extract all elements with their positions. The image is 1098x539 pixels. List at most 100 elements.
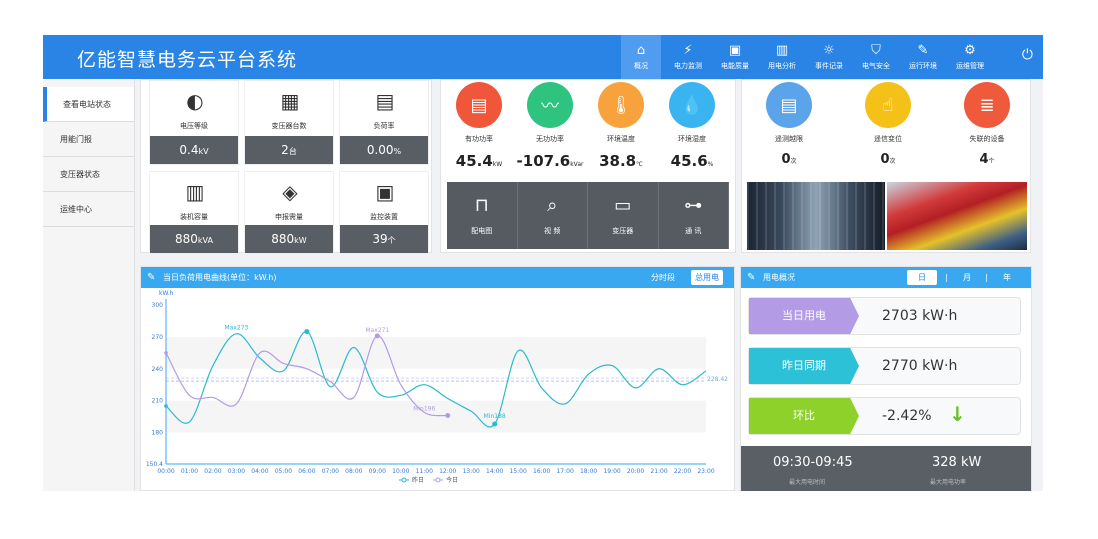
tab-separator: | xyxy=(945,273,948,282)
nav-item-label: 电力监测 xyxy=(674,61,702,70)
tab-time-period[interactable]: 分时段 xyxy=(651,267,675,288)
app-window: 亿能智慧电务云平台系统 ⌂ 概况 ⚡ 电力监测 ▣ 电能质量 ▥ 用电分析 ☼ 事件记录 ⛉ 电气安全… xyxy=(43,35,1043,491)
active-power-icon: ▤ xyxy=(456,82,502,128)
usage-panel-header: ✎ 用电概况 日 | 月 | 年 xyxy=(741,267,1031,288)
nav-item-plug[interactable]: ⚡ 电力监测 xyxy=(668,35,708,79)
metric-value-group: 45.6% xyxy=(652,152,732,170)
x-tick-label: 13:00 xyxy=(463,468,480,475)
function-battery[interactable]: ▭ 变压器 xyxy=(588,182,659,249)
alarms-panel: ▤ 遥测越限 0次 ☝ 遥信变位 0次 ≣ 失联的设备 4个 xyxy=(741,79,1031,253)
nav-item-label: 概况 xyxy=(634,61,648,70)
metric-unit: ℃ xyxy=(636,161,643,168)
nav-item-bar-chart[interactable]: ▥ 用电分析 xyxy=(762,35,802,79)
metric-value: 38.8 xyxy=(599,152,637,170)
down-arrow-icon: ↓ xyxy=(949,402,966,426)
x-tick-label: 11:00 xyxy=(416,468,433,475)
x-tick-label: 19:00 xyxy=(603,468,620,475)
function-network[interactable]: ⊶ 通 讯 xyxy=(659,182,729,249)
x-tick-label: 15:00 xyxy=(510,468,527,475)
tab-total-usage[interactable]: 总用电 xyxy=(691,270,723,285)
usage-card-value: -2.42% xyxy=(882,408,932,424)
function-label: 通 讯 xyxy=(685,226,702,235)
tab-month[interactable]: 月 xyxy=(963,267,971,288)
nav-item-tools[interactable]: ✎ 运行环境 xyxy=(903,35,943,79)
nav-item-home[interactable]: ⌂ 概况 xyxy=(621,35,661,79)
series-point xyxy=(374,333,380,339)
usage-header-icon: ✎ xyxy=(747,272,756,283)
metric-value: 45.6 xyxy=(670,152,708,170)
stat-value: 2 xyxy=(281,143,289,157)
chart-grid-band xyxy=(166,400,706,433)
station-stat: ◈ 申报需量 880kW xyxy=(244,171,334,254)
legend-label[interactable]: 昨日 xyxy=(412,476,424,484)
stat-value-box: 880kW xyxy=(245,225,333,253)
chart-grid-band xyxy=(166,305,706,337)
tab-separator: | xyxy=(985,273,988,282)
stat-label: 负荷率 xyxy=(373,122,395,130)
nav-item-label: 电气安全 xyxy=(862,61,890,70)
metric-unit: kW xyxy=(492,161,503,168)
server-room-photo xyxy=(747,182,885,250)
transformer-icon: ▦ xyxy=(280,89,300,113)
nav-item-alarm[interactable]: ☼ 事件记录 xyxy=(809,35,849,79)
average-label: 228.42 xyxy=(707,376,728,383)
stat-label: 变压器台数 xyxy=(271,122,307,130)
metric-unit: % xyxy=(707,161,714,168)
x-tick-label: 23:00 xyxy=(697,468,714,475)
nav-item-label: 事件记录 xyxy=(815,61,843,70)
usage-card-label: 昨日同期 xyxy=(749,348,859,384)
layers-icon: ◈ xyxy=(282,180,298,204)
y-tick-label: 240 xyxy=(152,366,164,373)
sidebar-item[interactable]: 运维中心 xyxy=(43,192,134,227)
x-tick-label: 10:00 xyxy=(392,468,409,475)
power-icon[interactable]: ⏻ xyxy=(1022,47,1033,63)
function-camera[interactable]: ⌕ 视 频 xyxy=(518,182,588,249)
peak-time-label: 最大用电时间 xyxy=(789,479,826,486)
peak-summary: 09:30-09:45 最大用电时间 328 kW 最大用电功率 xyxy=(741,446,1031,491)
alarm-icon: ☼ xyxy=(823,42,835,58)
metric-label: 环境湿度 xyxy=(678,135,706,143)
y-tick-label: 210 xyxy=(152,398,164,405)
x-tick-label: 05:00 xyxy=(275,468,292,475)
load-rate-icon: ▤ xyxy=(375,89,395,113)
cabinet-icon: ▥ xyxy=(185,180,205,204)
nav-item-gear[interactable]: ⚙ 运维管理 xyxy=(950,35,990,79)
station-stat: ◐ 电压等级 0.4kV xyxy=(149,80,239,165)
legend-label[interactable]: 今日 xyxy=(446,476,458,484)
chart-grid-band xyxy=(166,368,706,401)
alarm-unit: 次 xyxy=(889,158,896,165)
tab-day[interactable]: 日 xyxy=(907,270,937,285)
series-point xyxy=(492,421,498,427)
curve-header-icon: ✎ xyxy=(147,272,156,283)
sidebar-item[interactable]: 用能门报 xyxy=(43,122,134,157)
metric-label: 无功功率 xyxy=(536,135,564,143)
x-tick-label: 16:00 xyxy=(533,468,550,475)
sidebar: 查看电站状态 用能门报 变压器状态 运维中心 xyxy=(43,79,135,491)
stat-unit: % xyxy=(393,147,402,156)
tab-year[interactable]: 年 xyxy=(1003,267,1011,288)
x-tick-label: 00:00 xyxy=(157,468,174,475)
chart-annotation: Max271 xyxy=(365,327,389,334)
sidebar-item[interactable]: 查看电站状态 xyxy=(43,87,134,122)
alarm-unit: 次 xyxy=(790,158,797,165)
nav-item-label: 运行环境 xyxy=(909,61,937,70)
x-tick-label: 17:00 xyxy=(556,468,573,475)
nav-item-quality[interactable]: ▣ 电能质量 xyxy=(715,35,755,79)
stat-value-box: 880kVA xyxy=(150,225,238,253)
metrics-panel: ▤ 有功功率 45.4kW 〰无功功率 -107.6kVar 🌡 环境温度 38.8℃ 💧 环境湿… xyxy=(440,79,736,253)
stat-unit: kVA xyxy=(197,236,213,245)
alarm-label: 失联的设备 xyxy=(969,135,1005,143)
stat-value: 0.00 xyxy=(366,143,394,157)
y-tick-label: 150.4 xyxy=(146,461,163,468)
function-label: 视 频 xyxy=(544,226,561,235)
function-grid: ⊓ 配电图 ⌕ 视 频 ▭ 变压器 ⊶ 通 讯 xyxy=(447,182,729,249)
nav-item-shield[interactable]: ⛉ 电气安全 xyxy=(856,35,896,79)
telemetry-icon: ▤ xyxy=(766,82,812,128)
x-tick-label: 20:00 xyxy=(627,468,644,475)
function-label: 配电图 xyxy=(471,226,493,235)
sidebar-item[interactable]: 变压器状态 xyxy=(43,157,134,192)
nav-item-label: 运维管理 xyxy=(956,61,984,70)
function-distribution[interactable]: ⊓ 配电图 xyxy=(447,182,518,249)
stat-label: 装机容量 xyxy=(180,213,208,221)
camera-icon: ⌕ xyxy=(547,194,558,216)
